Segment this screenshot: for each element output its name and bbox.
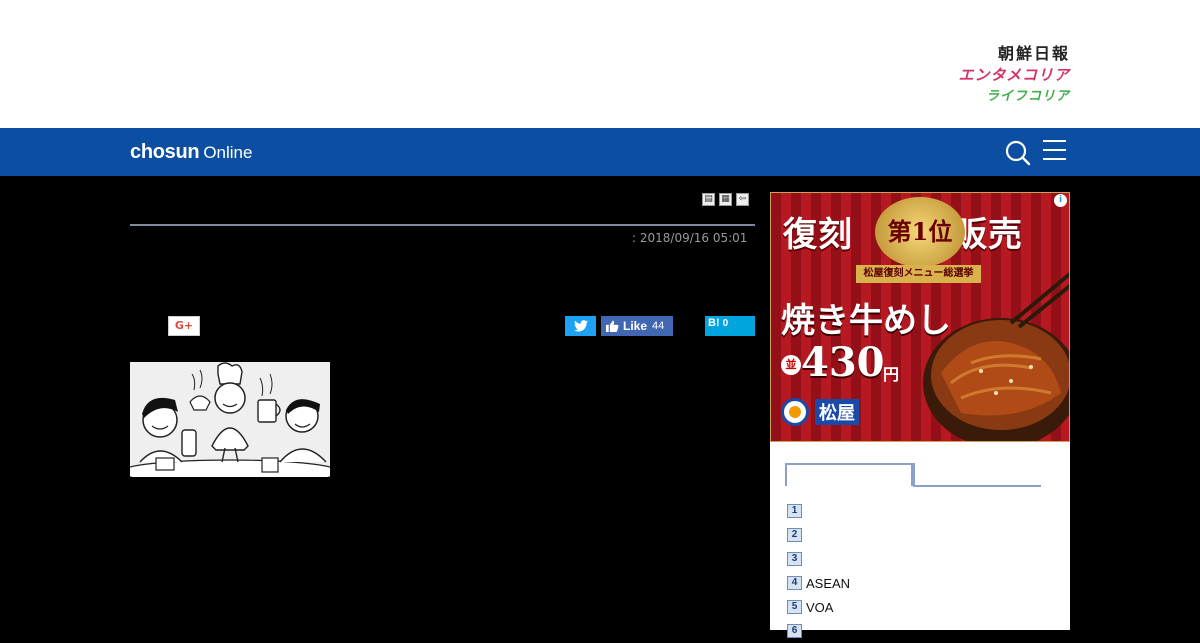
ad-size-badge: 並 — [781, 355, 801, 375]
ranking-item[interactable]: 3 — [787, 547, 850, 571]
ranking-panel: 1 2 3 4 ASEAN 5 VOA 6 — [770, 442, 1070, 638]
ad-store-brand: 松屋 — [781, 397, 859, 427]
matsuya-logo-icon — [781, 398, 809, 426]
article-date: : 2018/09/16 05:01 — [632, 231, 748, 245]
hatena-label: B! — [708, 317, 720, 329]
rank-number: 2 — [787, 528, 802, 542]
rank-number: 1 — [787, 504, 802, 518]
hatena-count: 0 — [722, 318, 729, 329]
brand-link-life-korea[interactable]: ライフコリア — [958, 86, 1070, 108]
site-logo[interactable]: chosun Online — [130, 140, 252, 165]
logo-main-text: chosun — [130, 141, 200, 163]
masthead: 朝鮮日報 エンタメコリア ライフコリア — [0, 0, 1200, 128]
ranking-item[interactable]: 1 — [787, 499, 850, 523]
ranking-item[interactable]: 5 VOA — [787, 595, 850, 619]
copy-icon[interactable]: ▦ — [719, 193, 732, 206]
ranking-tab-inactive[interactable] — [913, 485, 1041, 487]
twitter-share-button[interactable] — [565, 316, 596, 336]
ad-info-icon[interactable]: i — [1054, 194, 1067, 207]
brand-link-entame-korea[interactable]: エンタメコリア — [958, 64, 1070, 86]
brand-link-chosun-ilbo[interactable]: 朝鮮日報 — [958, 44, 1070, 64]
ad-store-name: 松屋 — [815, 399, 859, 425]
twitter-bird-icon — [573, 320, 588, 332]
ranking-tab-divider — [913, 463, 915, 487]
ad-price: 430 — [801, 339, 885, 386]
article-tools: ▤ ▦ ⇦ — [702, 193, 749, 206]
facebook-like-button[interactable]: Like 44 — [601, 316, 673, 336]
logo-sub-text: Online — [203, 143, 253, 162]
sidebar-advertisement[interactable]: 復刻 販売 第1位 松屋復刻メニュー総選挙 焼き牛めし 並 430 円 松屋 i — [770, 192, 1070, 442]
google-plus-share-button[interactable]: G+ — [168, 316, 200, 336]
ranking-item[interactable]: 6 — [787, 619, 850, 643]
rank-number: 3 — [787, 552, 802, 566]
ranking-tab-active[interactable] — [785, 463, 913, 486]
like-label: Like — [623, 319, 648, 333]
ad-price-unit: 円 — [883, 365, 900, 384]
brand-links: 朝鮮日報 エンタメコリア ライフコリア — [958, 44, 1070, 108]
rank-title: ASEAN — [806, 575, 851, 591]
ad-product-name: 焼き牛めし — [781, 301, 951, 341]
ad-rank-badge: 第1位 — [875, 197, 965, 267]
ranking-tabs — [785, 463, 1041, 487]
search-icon[interactable] — [1004, 139, 1032, 167]
rank-number: 6 — [787, 624, 802, 638]
ad-dish-image — [923, 272, 1069, 441]
ranking-item[interactable]: 2 — [787, 523, 850, 547]
hatena-bookmark-button[interactable]: B! 0 — [705, 316, 755, 336]
ad-headline-left: 復刻 — [783, 215, 853, 255]
back-icon[interactable]: ⇦ — [736, 193, 749, 206]
article-divider — [130, 224, 755, 226]
article-cartoon-image — [130, 362, 330, 477]
hamburger-menu-icon[interactable] — [1043, 140, 1067, 164]
print-icon[interactable]: ▤ — [702, 193, 715, 206]
ranking-item[interactable]: 4 ASEAN — [787, 571, 850, 595]
ranking-list: 1 2 3 4 ASEAN 5 VOA 6 — [787, 499, 850, 643]
thumbs-up-icon — [606, 320, 619, 332]
rank-title: VOA — [806, 599, 834, 615]
rank-number: 4 — [787, 576, 802, 590]
rank-number: 5 — [787, 600, 802, 614]
like-count: 44 — [652, 320, 665, 332]
